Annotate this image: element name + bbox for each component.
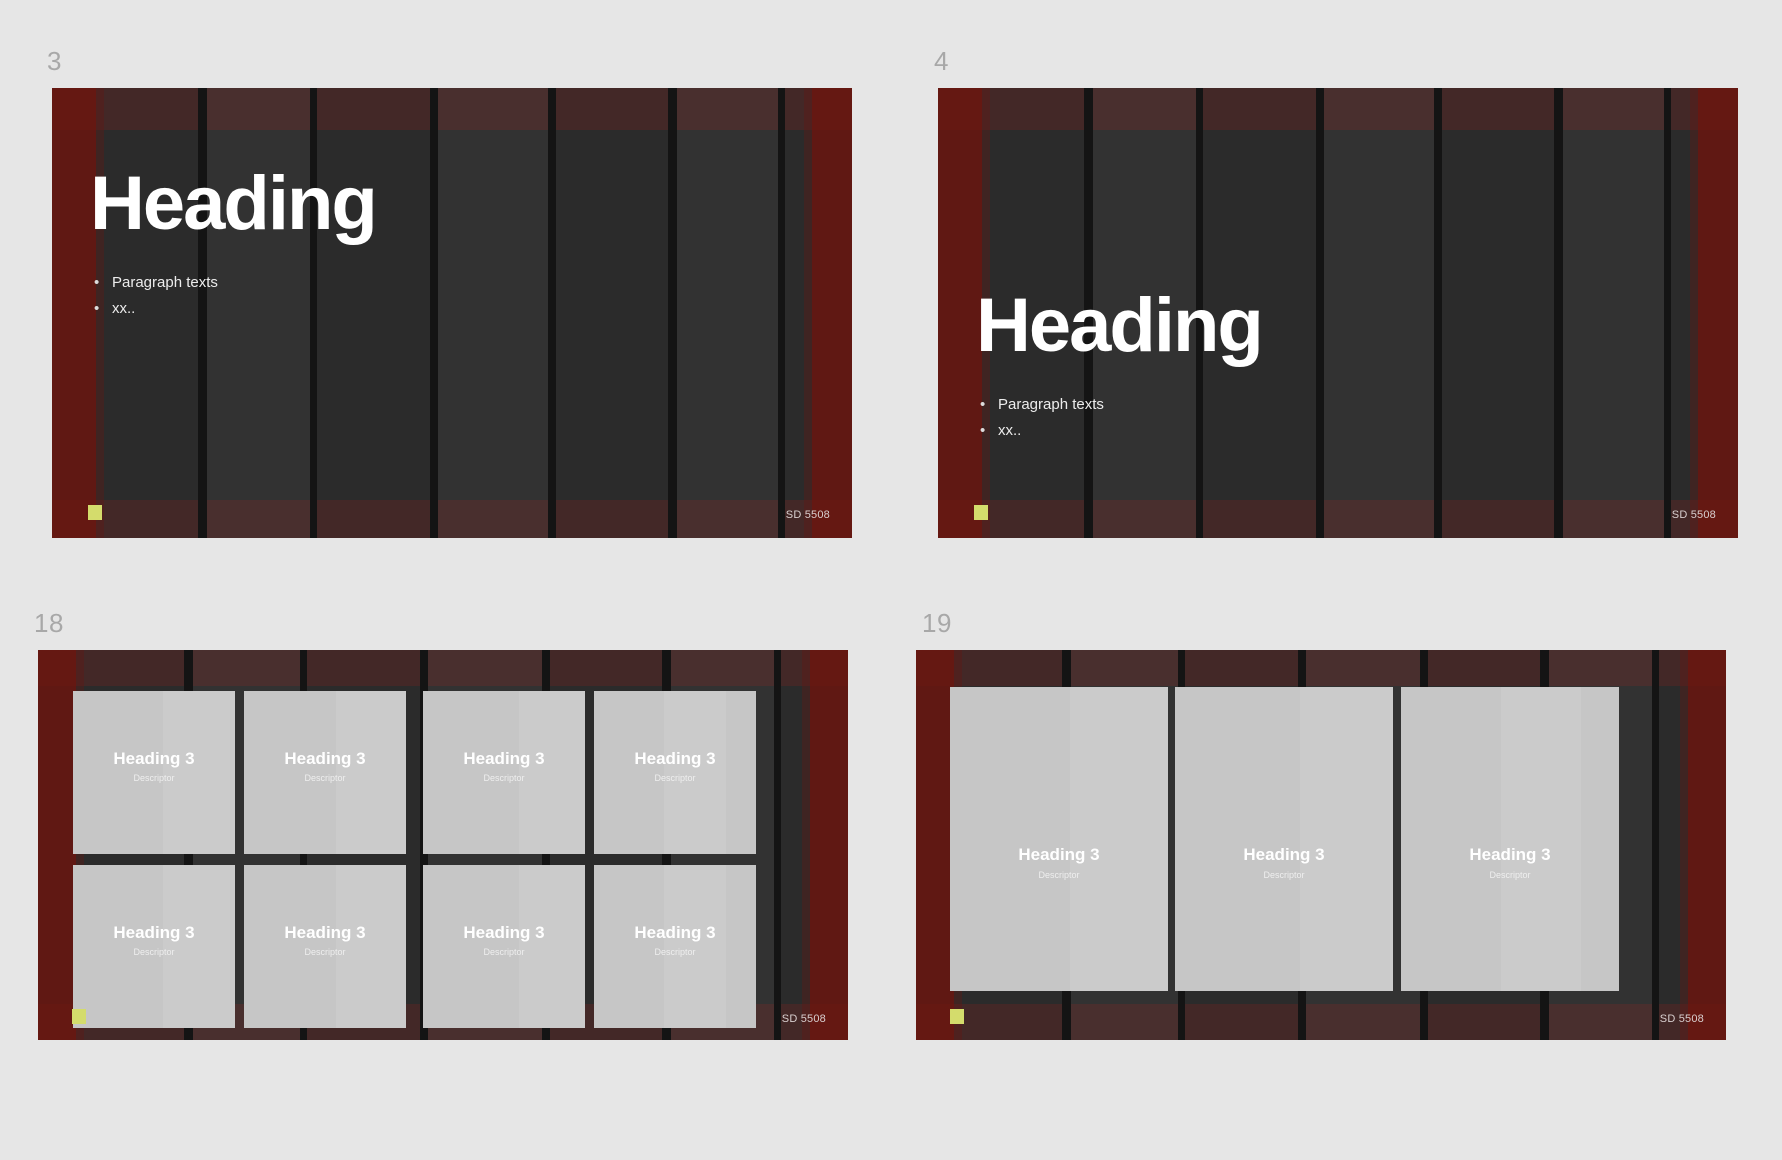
card-text-block: Heading 3 Descriptor	[244, 750, 406, 784]
card-text-block: Heading 3 Descriptor	[423, 750, 585, 784]
list-item: • xx..	[980, 418, 1104, 444]
list-item: • Paragraph texts	[94, 270, 218, 296]
card-tile[interactable]: Heading 3 Descriptor	[423, 691, 585, 854]
slide-thumbnail-3[interactable]: Heading • Paragraph texts • xx.. SD 5508	[52, 88, 852, 538]
list-item-label: xx..	[998, 422, 1022, 439]
card-column[interactable]: Heading 3 Descriptor	[1175, 687, 1393, 991]
accent-square-icon	[88, 505, 102, 520]
slide-cell-18: 18 Heading 3 Descriptor Heading 3 Descri…	[0, 570, 890, 1130]
card-column[interactable]: Heading 3 Descriptor	[950, 687, 1168, 991]
card-title: Heading 3	[113, 749, 195, 768]
card-descriptor: Descriptor	[1263, 869, 1305, 880]
bullet-list: • Paragraph texts • xx..	[980, 392, 1104, 444]
card-tile[interactable]: Heading 3 Descriptor	[594, 865, 756, 1028]
card-title: Heading 3	[113, 923, 195, 942]
card-column[interactable]: Heading 3 Descriptor	[1401, 687, 1619, 991]
slide-number-3: 3	[47, 46, 62, 76]
bullet-marker: •	[980, 396, 986, 413]
slide-thumbnail-18[interactable]: Heading 3 Descriptor Heading 3 Descripto…	[38, 650, 848, 1040]
card-text-block: Heading 3 Descriptor	[594, 750, 756, 784]
slide-board: 3 Heading • Paragraph texts • xx.. SD 55…	[0, 0, 1782, 1160]
card-title: Heading 3	[1469, 845, 1551, 864]
card-descriptor: Descriptor	[1038, 869, 1080, 880]
card-sheen	[1501, 687, 1581, 991]
card-descriptor: Descriptor	[483, 946, 525, 957]
accent-square-icon	[974, 505, 988, 520]
bullet-marker: •	[94, 274, 100, 291]
card-descriptor: Descriptor	[654, 772, 696, 783]
card-text-block: Heading 3 Descriptor	[423, 924, 585, 958]
list-item-label: Paragraph texts	[112, 274, 218, 291]
slide-cell-19: 19 Heading 3 Descriptor Heading 3 Descri…	[890, 570, 1780, 1130]
list-item-label: Paragraph texts	[998, 396, 1104, 413]
card-title: Heading 3	[634, 923, 716, 942]
slide-number-19: 19	[922, 608, 952, 638]
card-descriptor: Descriptor	[304, 946, 346, 957]
card-descriptor: Descriptor	[304, 772, 346, 783]
card-text-block: Heading 3 Descriptor	[244, 924, 406, 958]
card-title: Heading 3	[284, 749, 366, 768]
bullet-marker: •	[980, 422, 986, 439]
slide-heading: Heading	[90, 161, 378, 246]
slide-code: SD 5508	[785, 509, 830, 521]
card-text-block: Heading 3 Descriptor	[1401, 846, 1619, 881]
card-title: Heading 3	[1243, 845, 1325, 864]
card-title: Heading 3	[634, 749, 716, 768]
card-sheen	[1300, 687, 1393, 991]
card-descriptor: Descriptor	[1489, 869, 1531, 880]
list-item: • xx..	[94, 296, 218, 322]
slide-code: SD 5508	[1671, 509, 1716, 521]
slide-content-18: Heading 3 Descriptor Heading 3 Descripto…	[38, 650, 848, 1040]
card-title: Heading 3	[1018, 845, 1100, 864]
card-tile[interactable]: Heading 3 Descriptor	[73, 691, 235, 854]
accent-square-icon	[950, 1009, 964, 1024]
slide-content-19: Heading 3 Descriptor Heading 3 Descripto…	[916, 650, 1726, 1040]
card-tile[interactable]: Heading 3 Descriptor	[73, 865, 235, 1028]
slide-content-4: Heading • Paragraph texts • xx.. SD 5508	[938, 88, 1738, 538]
card-descriptor: Descriptor	[133, 772, 175, 783]
card-text-block: Heading 3 Descriptor	[1175, 846, 1393, 881]
card-text-block: Heading 3 Descriptor	[950, 846, 1168, 881]
card-tile[interactable]: Heading 3 Descriptor	[244, 865, 406, 1028]
card-title: Heading 3	[284, 923, 366, 942]
card-text-block: Heading 3 Descriptor	[73, 750, 235, 784]
accent-square-icon	[72, 1009, 86, 1024]
list-item-label: xx..	[112, 300, 136, 317]
card-title: Heading 3	[463, 923, 545, 942]
card-text-block: Heading 3 Descriptor	[73, 924, 235, 958]
card-title: Heading 3	[463, 749, 545, 768]
bullet-list: • Paragraph texts • xx..	[94, 270, 218, 322]
card-text-block: Heading 3 Descriptor	[594, 924, 756, 958]
card-tile[interactable]: Heading 3 Descriptor	[594, 691, 756, 854]
card-tile[interactable]: Heading 3 Descriptor	[244, 691, 406, 854]
card-sheen	[1070, 687, 1168, 991]
bullet-marker: •	[94, 300, 100, 317]
slide-code: SD 5508	[1659, 1013, 1704, 1025]
list-item: • Paragraph texts	[980, 392, 1104, 418]
slide-number-4: 4	[934, 46, 949, 76]
slide-cell-4: 4 Heading • Paragraph texts • xx.. SD 55…	[890, 0, 1780, 570]
slide-number-18: 18	[34, 608, 64, 638]
slide-heading: Heading	[976, 283, 1264, 368]
card-tile[interactable]: Heading 3 Descriptor	[423, 865, 585, 1028]
card-descriptor: Descriptor	[133, 946, 175, 957]
card-descriptor: Descriptor	[654, 946, 696, 957]
slide-thumbnail-19[interactable]: Heading 3 Descriptor Heading 3 Descripto…	[916, 650, 1726, 1040]
slide-code: SD 5508	[781, 1013, 826, 1025]
slide-content-3: Heading • Paragraph texts • xx.. SD 5508	[52, 88, 852, 538]
card-descriptor: Descriptor	[483, 772, 525, 783]
slide-thumbnail-4[interactable]: Heading • Paragraph texts • xx.. SD 5508	[938, 88, 1738, 538]
slide-cell-3: 3 Heading • Paragraph texts • xx.. SD 55…	[0, 0, 890, 570]
